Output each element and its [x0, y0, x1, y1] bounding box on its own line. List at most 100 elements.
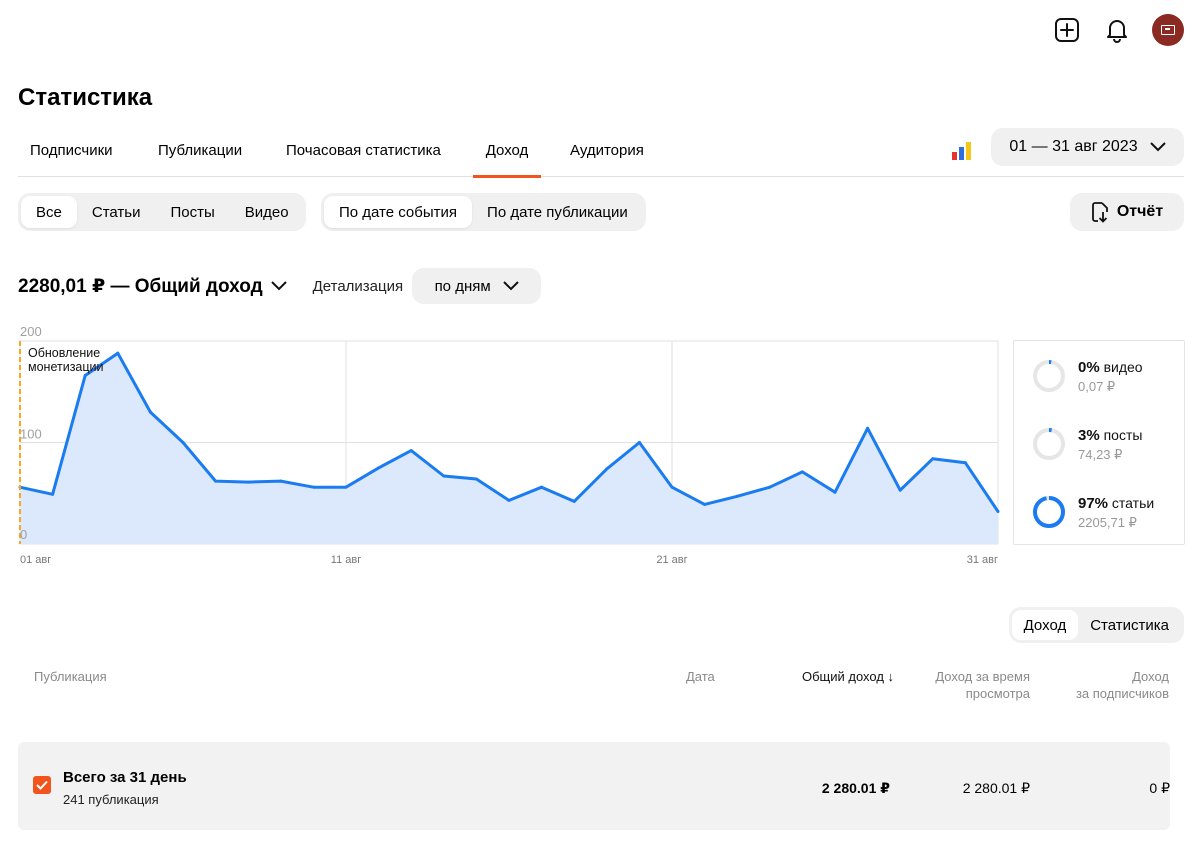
- col-view-income[interactable]: Доход за время просмотра: [935, 668, 1030, 702]
- data-point: [246, 480, 250, 484]
- chart-area: [20, 353, 998, 544]
- checkmark-icon: [36, 780, 48, 790]
- detail-label: Детализация: [312, 277, 404, 295]
- data-point: [181, 441, 185, 444]
- row-view-income: 2 280.01 ₽: [962, 780, 1030, 796]
- detail-value: по дням: [434, 277, 491, 295]
- stats-tabs: Подписчики Публикации Почасовая статисти…: [18, 124, 1184, 178]
- x-tick-label: 31 авг: [967, 554, 998, 566]
- data-point: [279, 479, 283, 483]
- col-total-income[interactable]: Общий доход ↓: [802, 668, 894, 685]
- chevron-down-icon: [270, 281, 287, 291]
- income-chart-svg: Обновлениемонетизации 0 100 200 01 авг 11 авг…: [18, 324, 1000, 566]
- col-date[interactable]: Дата: [686, 668, 715, 685]
- chevron-down-icon: [1149, 142, 1166, 152]
- data-point: [833, 490, 837, 494]
- data-point: [768, 485, 772, 489]
- y-tick-label: 100: [20, 427, 42, 442]
- select-checkbox[interactable]: [33, 776, 51, 794]
- date-range-picker[interactable]: 01 — 31 авг 2023: [991, 128, 1184, 166]
- data-point: [474, 477, 478, 481]
- data-point: [670, 485, 674, 489]
- data-point: [311, 485, 315, 489]
- col-view-income-line2: просмотра: [965, 686, 1030, 701]
- posts-label: посты: [1103, 427, 1143, 443]
- data-point: [572, 499, 576, 503]
- annotation-label: Обновление: [28, 346, 100, 360]
- x-tick-label: 01 авг: [20, 554, 51, 566]
- posts-percent: 3%: [1078, 427, 1100, 444]
- video-value: 0,07 ₽: [1078, 379, 1116, 394]
- topbar-actions: [1052, 14, 1184, 46]
- data-point: [116, 351, 120, 355]
- toggle-income[interactable]: Доход: [1011, 610, 1079, 640]
- x-tick-label: 11 авг: [331, 554, 361, 566]
- articles-share-ring: [1033, 496, 1065, 528]
- toggle-statistics[interactable]: Статистика: [1078, 610, 1181, 640]
- filter-posts[interactable]: Посты: [155, 196, 229, 228]
- video-percent: 0%: [1078, 359, 1100, 376]
- data-point: [540, 485, 544, 489]
- posts-value: 74,23 ₽: [1078, 447, 1123, 462]
- page-title: Статистика: [18, 84, 153, 111]
- add-icon[interactable]: [1052, 15, 1082, 45]
- total-income-selector[interactable]: 2280,01 ₽ — Общий доход: [18, 275, 287, 298]
- table-row[interactable]: Всего за 31 день 241 публикация 2 280.01…: [18, 742, 1170, 830]
- report-button[interactable]: Отчёт: [1070, 193, 1184, 231]
- row-subtitle: 241 публикация: [63, 792, 159, 807]
- income-chart: Обновление монетизации 0 100 200 01 авг 11 авг…: [0, 320, 1010, 580]
- articles-label: статьи: [1111, 495, 1155, 511]
- row-subs-income: 0 ₽: [1149, 780, 1170, 796]
- col-subs-income-line2: за подписчиков: [1075, 686, 1169, 701]
- filter-by-publication-date[interactable]: По дате публикации: [472, 196, 643, 228]
- data-point: [148, 410, 152, 414]
- breakdown-video: 0% видео 0,07 ₽: [1032, 357, 1182, 397]
- row-title: Всего за 31 день: [63, 769, 187, 786]
- total-income-label: 2280,01 ₽ — Общий доход: [18, 275, 263, 297]
- video-share-ring: [1033, 360, 1065, 392]
- tab-income[interactable]: Доход: [473, 124, 541, 178]
- breakdown-articles: 97% статьи 2205,71 ₽: [1032, 493, 1182, 533]
- report-label: Отчёт: [1116, 203, 1164, 220]
- data-point: [442, 474, 446, 478]
- data-point: [735, 494, 739, 498]
- col-view-income-line1: Доход за время: [935, 669, 1030, 684]
- filter-articles[interactable]: Статьи: [77, 196, 156, 228]
- date-mode-filter: По дате события По дате публикации: [321, 193, 646, 231]
- filter-video[interactable]: Видео: [230, 196, 304, 228]
- col-subs-income[interactable]: Доход за подписчиков: [1076, 668, 1169, 702]
- col-subs-income-line1: Доход: [1132, 669, 1169, 684]
- tab-publications[interactable]: Публикации: [146, 124, 254, 177]
- detail-select[interactable]: по дням: [412, 268, 542, 304]
- tab-audience[interactable]: Аудитория: [558, 124, 656, 177]
- tab-subscribers[interactable]: Подписчики: [18, 124, 125, 177]
- income-summary: 2280,01 ₽ — Общий доход Детализация по д…: [18, 268, 542, 304]
- data-point: [637, 441, 641, 444]
- data-point: [51, 492, 55, 496]
- filter-all[interactable]: Все: [21, 196, 77, 228]
- data-point: [703, 502, 707, 506]
- data-point: [507, 498, 511, 502]
- content-type-filter: Все Статьи Посты Видео: [18, 193, 306, 231]
- data-point: [866, 426, 870, 430]
- y-tick-label: 0: [20, 527, 27, 542]
- data-point: [800, 470, 804, 474]
- posts-share-ring: [1033, 428, 1065, 460]
- data-point: [214, 479, 218, 483]
- annotation-label: монетизации: [28, 360, 104, 374]
- data-point: [605, 467, 609, 471]
- col-publication[interactable]: Публикация: [34, 668, 107, 685]
- date-range-label: 01 — 31 авг 2023: [1009, 138, 1138, 155]
- bell-icon[interactable]: [1102, 15, 1132, 45]
- avatar[interactable]: [1152, 14, 1184, 46]
- chevron-down-icon: [502, 281, 519, 291]
- tab-hourly-stats[interactable]: Почасовая статистика: [274, 124, 453, 177]
- data-point: [931, 457, 935, 461]
- brand-bars-icon: [952, 138, 974, 160]
- table-mode-toggle: Доход Статистика: [1008, 607, 1184, 643]
- data-point: [344, 485, 348, 489]
- data-point: [83, 374, 87, 378]
- articles-value: 2205,71 ₽: [1078, 515, 1137, 530]
- articles-percent: 97%: [1078, 495, 1109, 512]
- filter-by-event-date[interactable]: По дате события: [324, 196, 473, 228]
